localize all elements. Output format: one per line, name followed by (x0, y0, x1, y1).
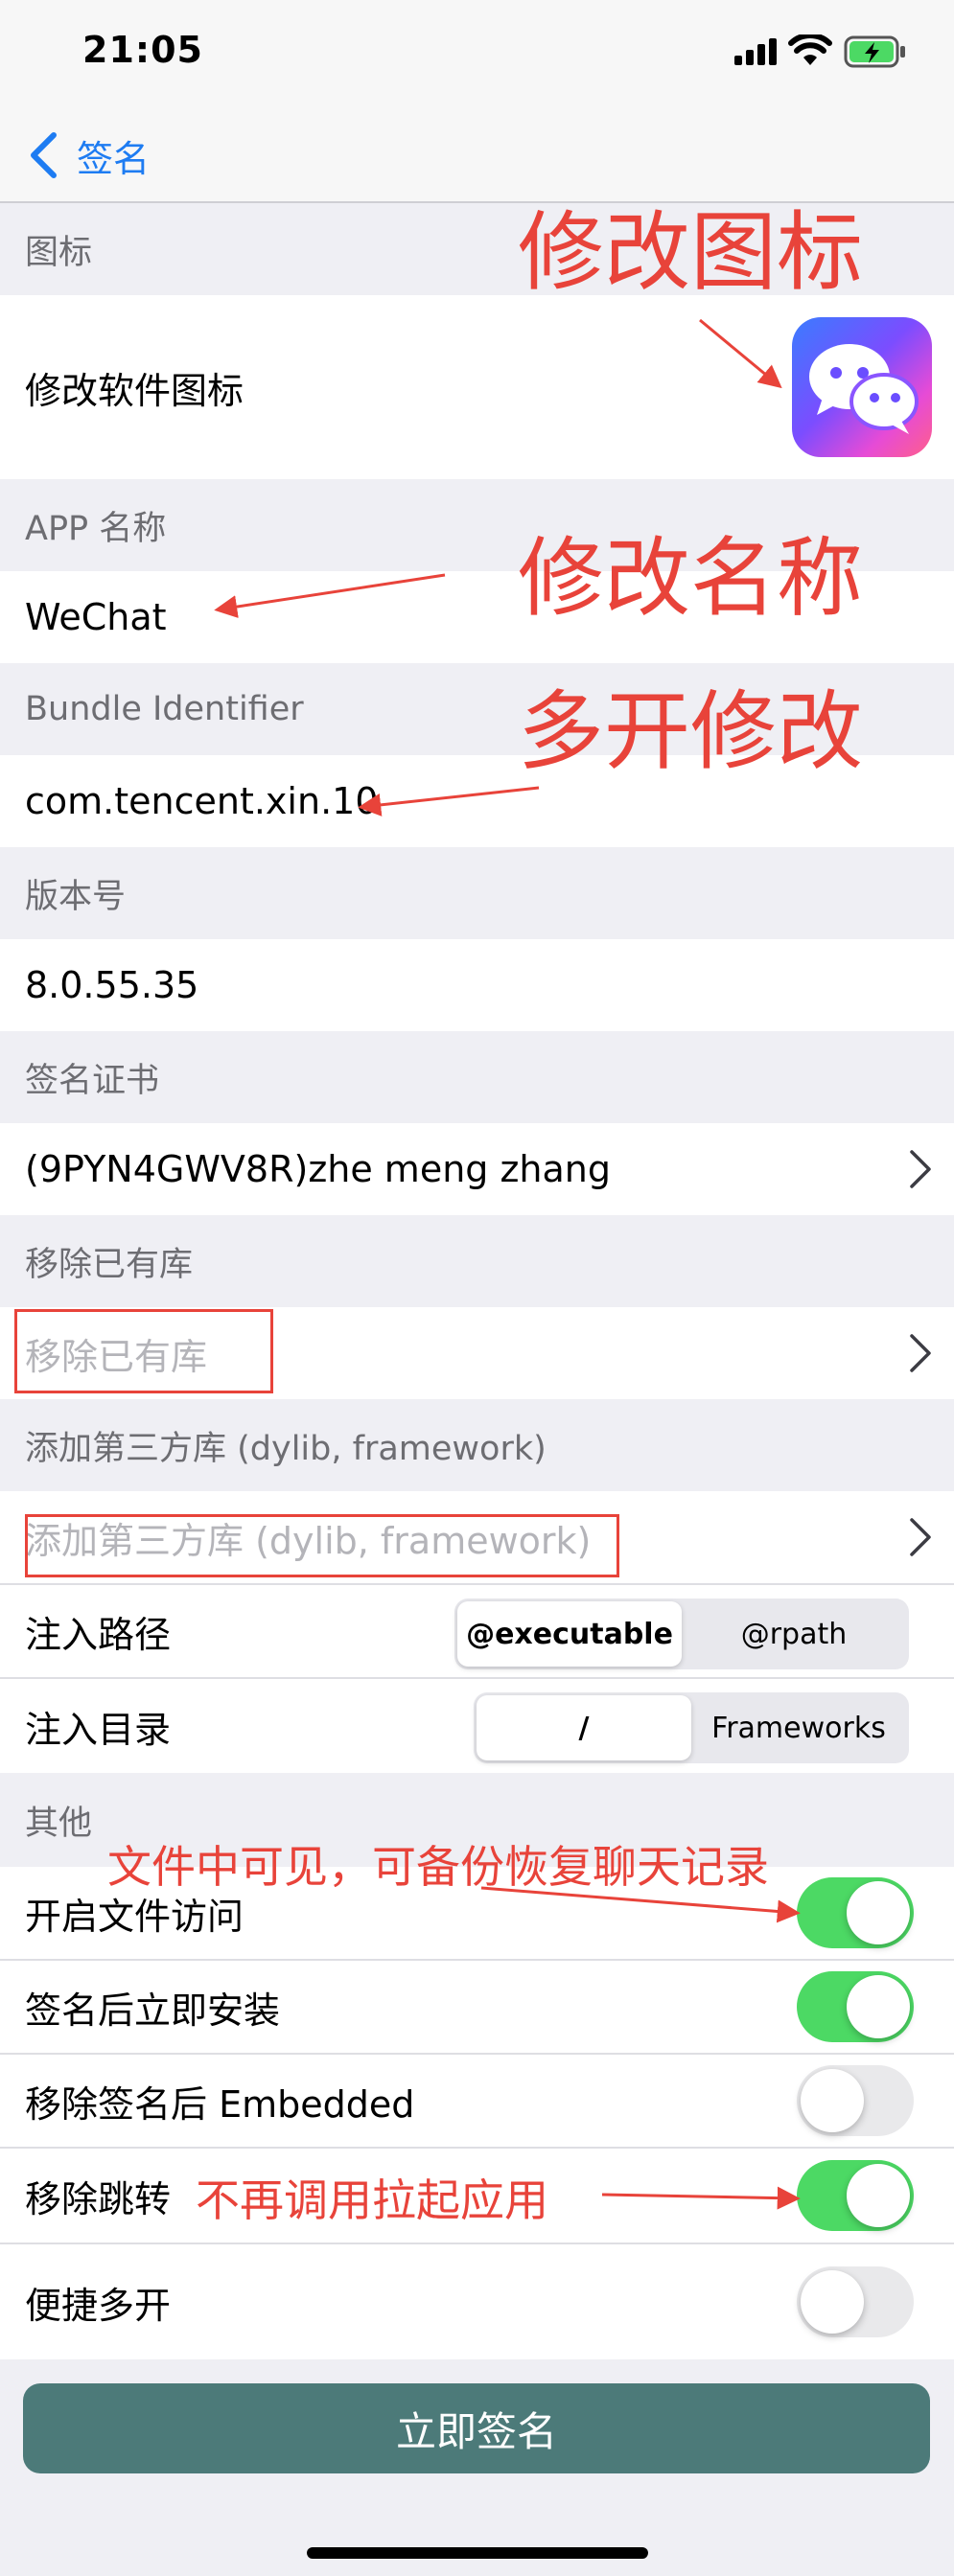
back-button-label: 签名 (77, 137, 151, 180)
chevron-right-icon (910, 1518, 931, 1556)
install-after-sign-switch[interactable] (797, 1971, 914, 2042)
highlight-box-add-libs (25, 1514, 619, 1577)
toggle-label: 移除签名后 Embedded (25, 2082, 415, 2126)
annotation-file-access-note: 文件中可见，可备份恢复聊天记录 (107, 1841, 769, 1893)
toggle-row-install-after-sign: 签名后立即安装 (0, 1961, 954, 2055)
wechat-logo-icon (809, 344, 919, 434)
sign-now-button[interactable]: 立即签名 (23, 2383, 930, 2473)
section-header-add-libs: 添加第三方库 (dylib, framework) (0, 1399, 954, 1491)
remove-jump-switch[interactable] (797, 2160, 914, 2231)
section-header-remove-libs: 移除已有库 (0, 1215, 954, 1307)
chevron-right-icon (910, 1150, 931, 1188)
back-button[interactable]: 签名 (27, 126, 150, 184)
segment-rpath[interactable]: @rpath (682, 1601, 906, 1667)
chevron-left-icon (31, 132, 57, 178)
home-indicator (307, 2547, 648, 2559)
status-time: 21:05 (82, 29, 203, 71)
annotation-multi-open: 多开修改 (518, 681, 863, 782)
version-value: 8.0.55.35 (25, 964, 199, 1006)
switch-knob (847, 1975, 910, 2038)
section-header-version: 版本号 (0, 847, 954, 939)
app-name-value: WeChat (25, 596, 167, 638)
chevron-right-icon (910, 1334, 931, 1372)
annotation-modify-icon: 修改图标 (518, 202, 863, 303)
toggle-label: 移除跳转 (25, 2177, 172, 2220)
app-icon[interactable] (792, 317, 932, 457)
switch-knob (847, 1881, 910, 1944)
inject-dir-segmented-control: / Frameworks (474, 1692, 909, 1763)
version-field[interactable]: 8.0.55.35 (0, 939, 954, 1031)
section-header-certificate: 签名证书 (0, 1031, 954, 1123)
switch-knob (847, 2164, 910, 2227)
inject-dir-label: 注入目录 (25, 1708, 172, 1751)
segment-frameworks[interactable]: Frameworks (691, 1695, 906, 1760)
certificate-row[interactable]: (9PYN4GWV8R)zhe meng zhang (0, 1123, 954, 1215)
bundle-id-value: com.tencent.xin.10 (25, 780, 379, 822)
switch-knob (801, 2270, 864, 2334)
switch-knob (801, 2069, 864, 2132)
inject-path-label: 注入路径 (25, 1613, 172, 1656)
status-bar: 21:05 (0, 0, 954, 105)
battery-charging-icon (844, 35, 905, 68)
annotation-no-jump-note: 不再调用拉起应用 (196, 2174, 548, 2226)
toggle-label: 签名后立即安装 (25, 1989, 281, 2032)
quick-multi-open-switch[interactable] (797, 2266, 914, 2337)
segment-executable[interactable]: @executable (457, 1601, 682, 1667)
toggle-label: 便捷多开 (25, 2284, 172, 2327)
highlight-box-remove-libs (14, 1309, 273, 1393)
wifi-icon (788, 34, 832, 65)
toggle-row-quick-multi-open: 便捷多开 (0, 2244, 954, 2359)
segment-root[interactable]: / (477, 1695, 691, 1760)
change-icon-label: 修改软件图标 (25, 369, 244, 412)
toggle-row-remove-embedded: 移除签名后 Embedded (0, 2055, 954, 2149)
inject-path-segmented-control: @executable @rpath (454, 1598, 909, 1669)
remove-embedded-switch[interactable] (797, 2065, 914, 2136)
annotation-modify-name: 修改名称 (518, 528, 863, 629)
certificate-value: (9PYN4GWV8R)zhe meng zhang (25, 1148, 612, 1190)
cellular-signal-icon (734, 38, 777, 65)
file-access-switch[interactable] (797, 1877, 914, 1948)
